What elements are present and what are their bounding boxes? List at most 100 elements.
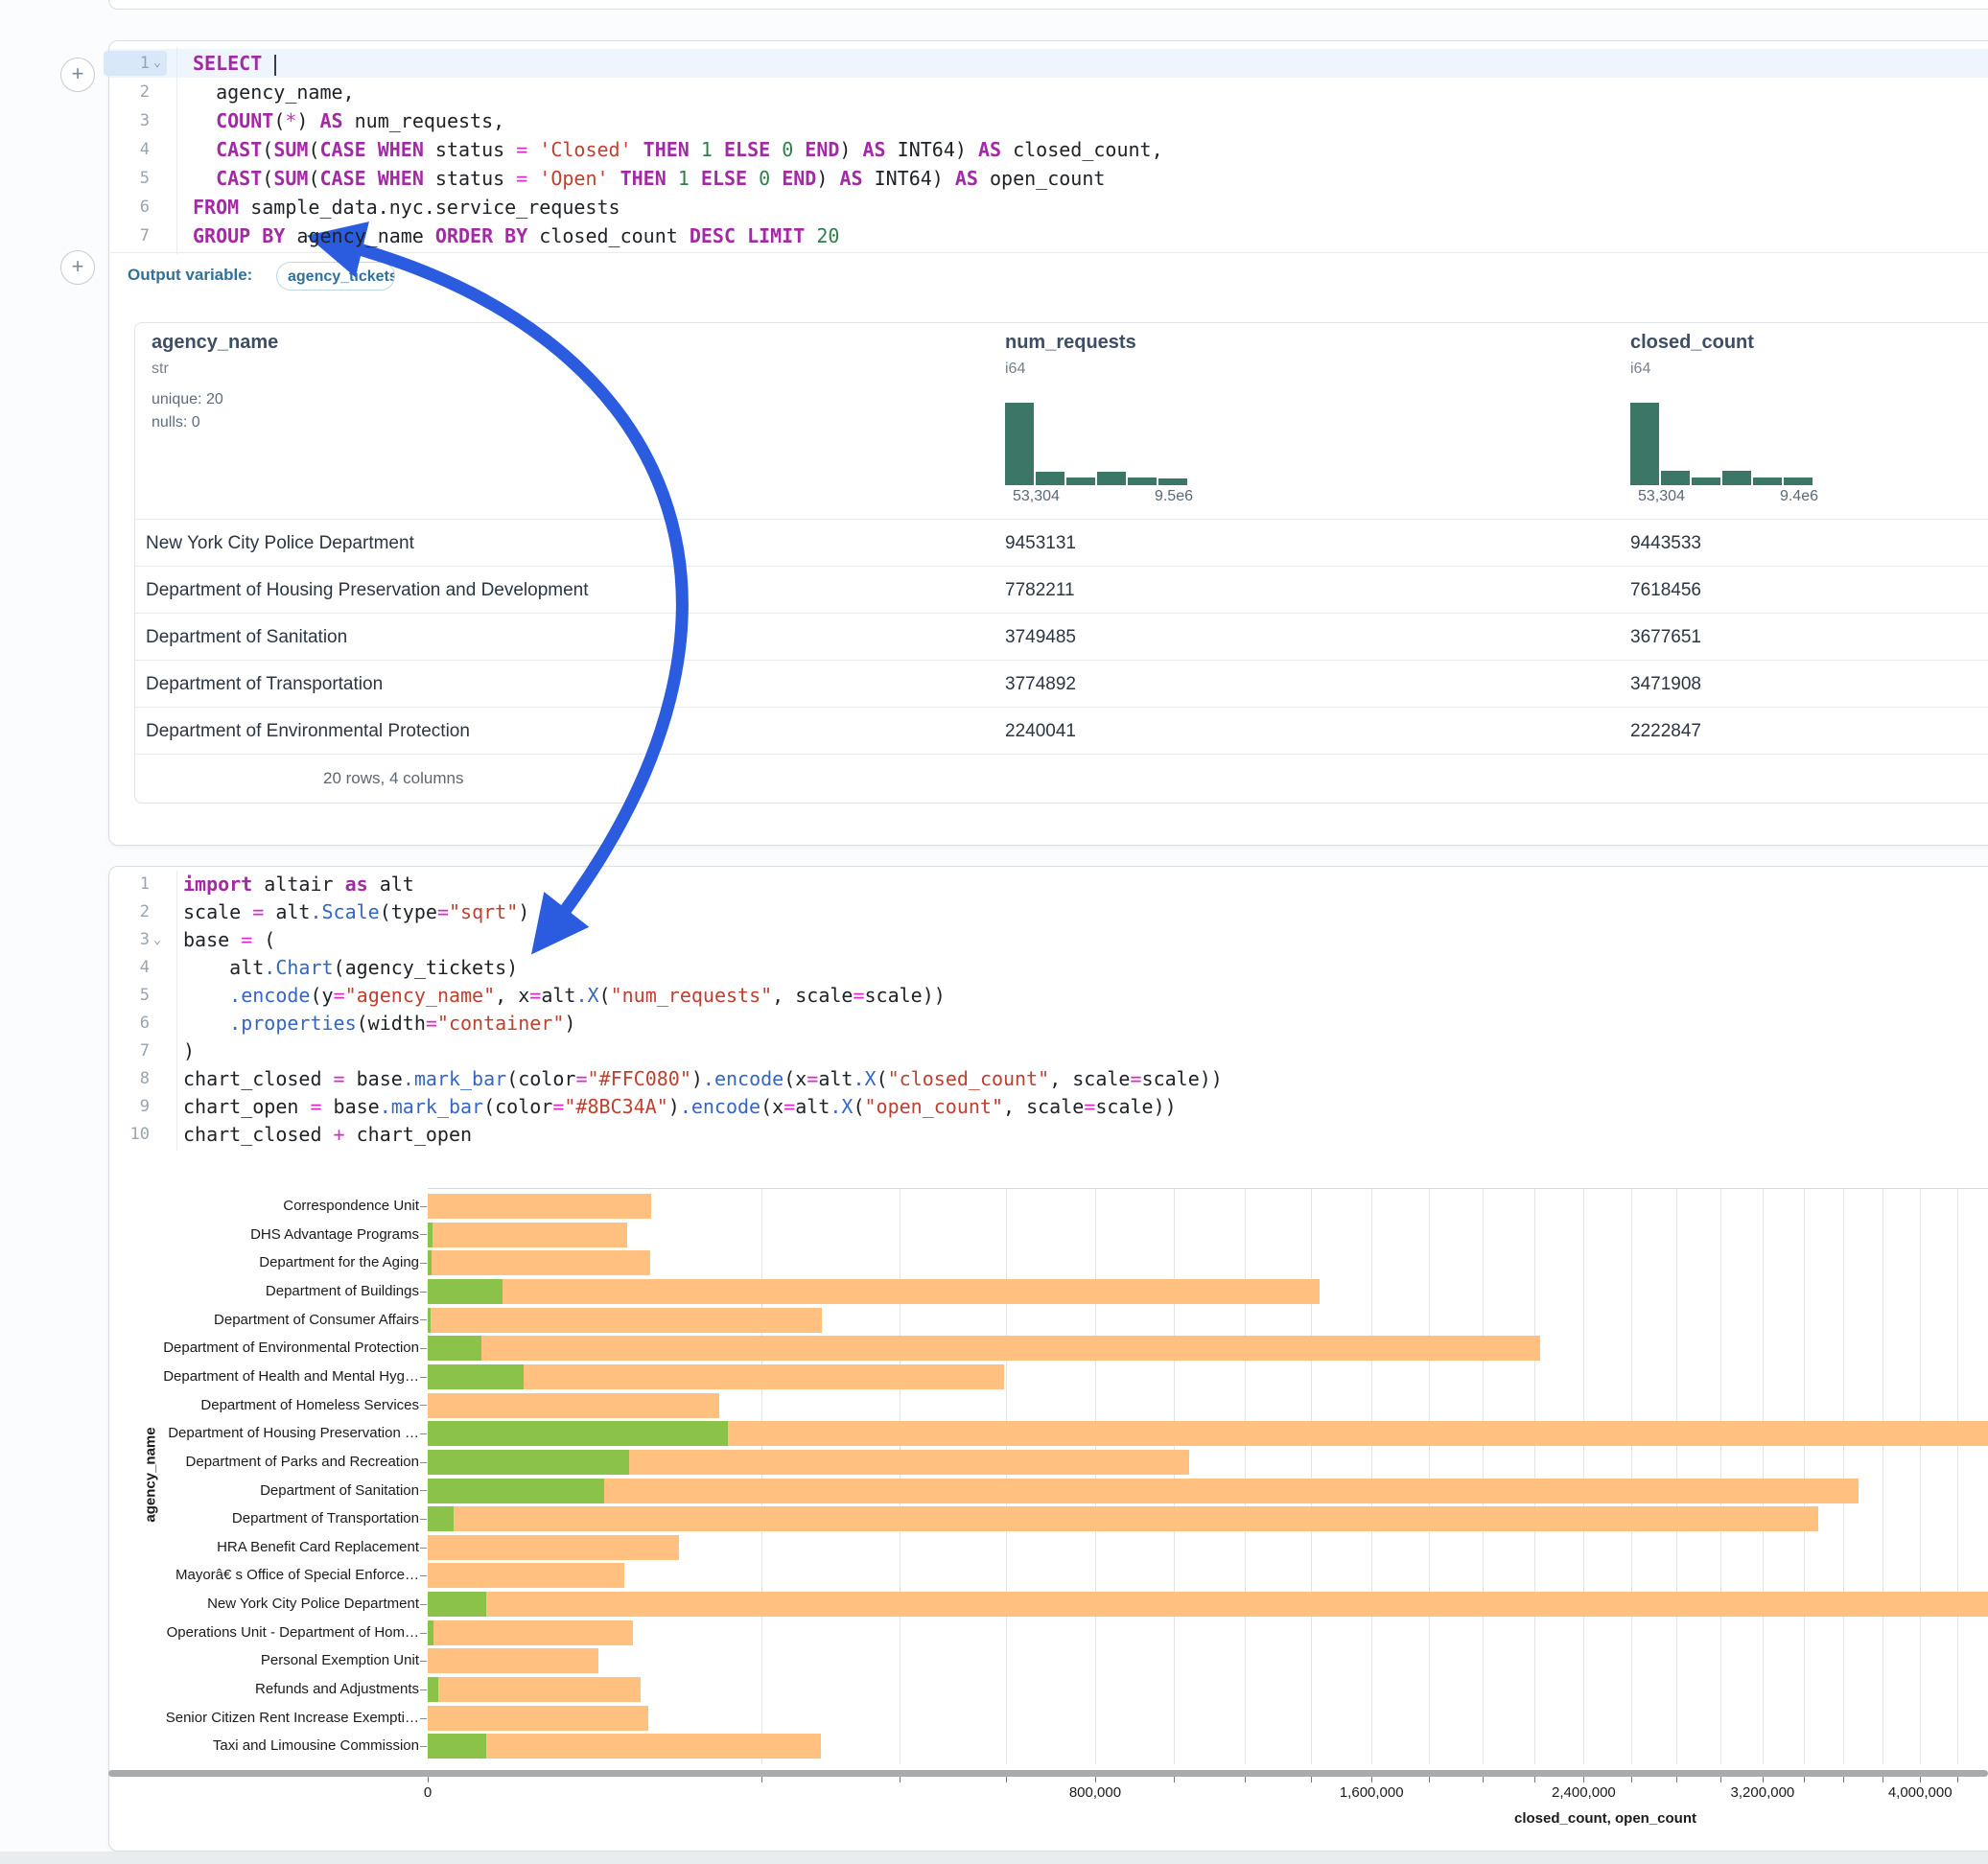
code-line[interactable]: 1⌄ SELECT	[109, 49, 1988, 78]
cell-agency-name: Department of Housing Preservation and D…	[146, 567, 589, 614]
code-token: 'Open'	[539, 167, 608, 190]
code-token: =	[310, 1095, 321, 1118]
histogram-bar	[1005, 403, 1034, 485]
histogram-bar	[1066, 478, 1095, 485]
code-token	[690, 167, 701, 190]
code-token: THEN	[620, 167, 667, 190]
code-token: .mark_bar	[380, 1095, 483, 1118]
code-token	[667, 167, 678, 190]
fold-chevron-icon[interactable]: ⌄	[153, 926, 161, 954]
output-variable-pill[interactable]: agency_tickets	[276, 262, 395, 291]
code-token: AS	[863, 138, 886, 161]
code-line[interactable]: 7)	[109, 1037, 1988, 1065]
code-token: =	[575, 1067, 587, 1090]
code-token: "sqrt"	[449, 900, 518, 923]
cell-agency-name: Department of Transportation	[146, 661, 383, 708]
histogram-closed-count	[1630, 403, 1813, 485]
cell-closed-count: 3677651	[1630, 614, 1701, 661]
fold-chevron-icon[interactable]: ⌄	[153, 49, 161, 78]
code-line[interactable]: 10chart_closed + chart_open	[109, 1121, 1988, 1149]
code-line[interactable]: 8chart_closed = base.mark_bar(color="#FF…	[109, 1065, 1988, 1093]
code-token: =	[1084, 1095, 1095, 1118]
code-token: =	[334, 984, 345, 1007]
horizontal-scrollbar[interactable]	[108, 1770, 1988, 1777]
code-token	[770, 167, 782, 190]
code-token: (	[273, 109, 285, 132]
histogram-bar	[1036, 472, 1064, 485]
column-header-num-requests: num_requests	[1005, 332, 1136, 354]
cell-agency-name: Department of Sanitation	[146, 614, 347, 661]
code-line[interactable]: 1import altair as alt	[109, 871, 1988, 898]
code-token: alt	[795, 1095, 830, 1118]
code-line[interactable]: 9chart_open = base.mark_bar(color="#8BC3…	[109, 1093, 1988, 1121]
code-token: AS	[955, 167, 978, 190]
line-number: 4	[109, 135, 150, 164]
sql-code-editor[interactable]: 1⌄ SELECT 2 agency_name,3 COUNT(*) AS num…	[109, 49, 1988, 253]
line-number: 8	[109, 1065, 150, 1093]
code-line[interactable]: 3 COUNT(*) AS num_requests,	[109, 106, 1988, 135]
code-line[interactable]: 3⌄base = (	[109, 926, 1988, 954]
cell-closed-count: 7618456	[1630, 567, 1701, 614]
code-token: (x	[784, 1067, 807, 1090]
code-line[interactable]: 7GROUP BY agency_name ORDER BY closed_co…	[109, 221, 1988, 250]
code-token: ORDER	[435, 224, 493, 247]
line-number: 2	[109, 78, 150, 106]
line-number: 6	[109, 1010, 150, 1037]
line-number: 1	[109, 49, 150, 78]
code-token: SELECT	[193, 52, 262, 75]
code-token: AS	[978, 138, 1001, 161]
code-line[interactable]: 2 agency_name,	[109, 78, 1988, 106]
code-text: COUNT(*) AS num_requests,	[193, 106, 504, 135]
line-number: 7	[109, 1037, 150, 1065]
code-token: END	[805, 138, 839, 161]
code-token: "#FFC080"	[587, 1067, 690, 1090]
code-token: BY	[504, 224, 527, 247]
code-token: WHEN	[378, 138, 424, 161]
code-line[interactable]: 4 alt.Chart(agency_tickets)	[109, 954, 1988, 982]
code-token: closed_count,	[1001, 138, 1163, 161]
code-token: =	[516, 138, 527, 161]
code-token: 0	[782, 138, 793, 161]
code-token: CAST	[216, 138, 262, 161]
code-text: scale = alt.Scale(type="sqrt")	[183, 898, 529, 926]
histogram-bar	[1692, 478, 1720, 485]
code-token: CASE	[319, 138, 365, 161]
code-token: "closed_count"	[888, 1067, 1050, 1090]
code-line[interactable]: 6 .properties(width="container")	[109, 1010, 1988, 1037]
code-text: )	[183, 1037, 195, 1065]
code-token: chart_closed	[183, 1123, 334, 1146]
code-line[interactable]: 5 .encode(y="agency_name", x=alt.X("num_…	[109, 982, 1988, 1010]
y-axis-title: agency_name	[143, 1427, 159, 1522]
histogram-bar	[1753, 478, 1782, 485]
code-token	[736, 224, 747, 247]
code-token: =	[252, 900, 264, 923]
code-token: (	[252, 928, 275, 951]
python-code-editor[interactable]: 1import altair as alt2scale = alt.Scale(…	[109, 871, 1988, 1151]
code-token: ELSE	[724, 138, 770, 161]
code-line[interactable]: 6FROM sample_data.nyc.service_requests	[109, 193, 1988, 221]
histogram-bar	[1630, 403, 1659, 485]
code-line[interactable]: 4 CAST(SUM(CASE WHEN status = 'Closed' T…	[109, 135, 1988, 164]
code-token: .properties	[229, 1012, 356, 1035]
code-text: chart_open = base.mark_bar(color="#8BC34…	[183, 1093, 1177, 1121]
line-number: 3	[109, 926, 150, 954]
code-token: =	[552, 1095, 564, 1118]
code-text: SELECT	[193, 49, 276, 78]
code-text: import altair as alt	[183, 871, 414, 898]
add-cell-button-output[interactable]: +	[60, 250, 95, 285]
code-token: closed_count	[527, 224, 690, 247]
code-token: open_count	[978, 167, 1105, 190]
add-cell-button-top[interactable]: +	[60, 58, 95, 92]
code-token: .X	[830, 1095, 853, 1118]
code-token: =	[241, 928, 252, 951]
code-token: scale))	[1095, 1095, 1176, 1118]
code-line[interactable]: 2scale = alt.Scale(type="sqrt")	[109, 898, 1988, 926]
column-type-agency-name: str	[152, 361, 169, 378]
code-token: )	[183, 1039, 195, 1062]
code-token	[713, 138, 724, 161]
code-token: chart_open	[183, 1095, 310, 1118]
code-token	[793, 138, 805, 161]
code-token: "open_count"	[865, 1095, 1004, 1118]
code-text: chart_closed + chart_open	[183, 1121, 472, 1149]
code-line[interactable]: 5 CAST(SUM(CASE WHEN status = 'Open' THE…	[109, 164, 1988, 193]
